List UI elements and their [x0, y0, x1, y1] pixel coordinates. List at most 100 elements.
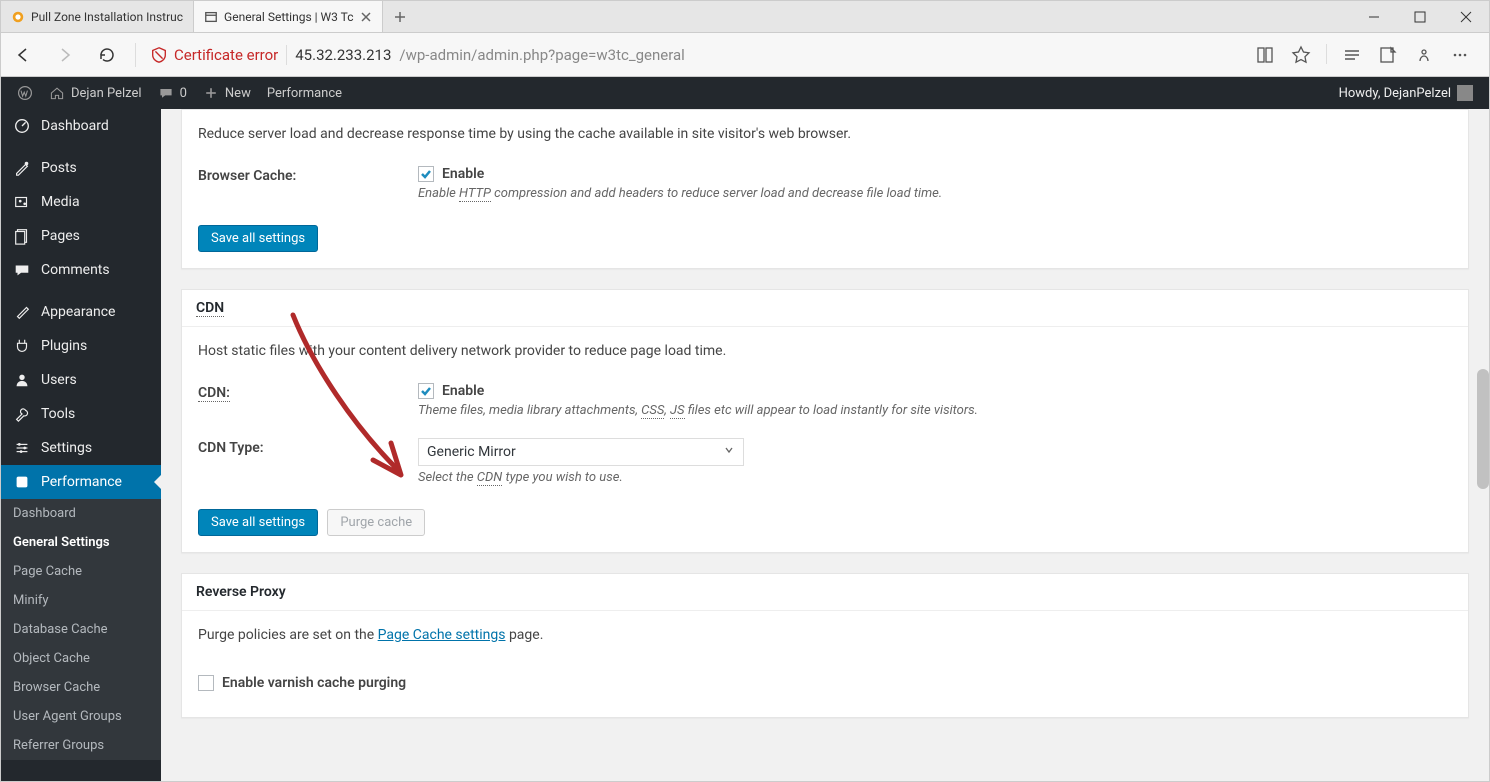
page-cache-settings-link[interactable]: Page Cache settings — [378, 627, 506, 643]
submenu-minify[interactable]: Minify — [1, 586, 161, 615]
comments-menu[interactable]: 0 — [150, 77, 195, 109]
browser-addressbar: Certificate error 45.32.233.213/wp-admin… — [1, 33, 1489, 77]
cdn-type-label: CDN Type: — [198, 438, 418, 485]
menu-dashboard[interactable]: Dashboard — [1, 109, 161, 143]
menu-users[interactable]: Users — [1, 363, 161, 397]
wp-logo-menu[interactable] — [9, 77, 41, 109]
menu-media[interactable]: Media — [1, 185, 161, 219]
tab-title: General Settings | W3 Tc — [224, 10, 353, 24]
divider — [135, 43, 136, 67]
maximize-button[interactable] — [1397, 1, 1443, 32]
howdy-menu[interactable]: Howdy, DejanPelzel — [1339, 85, 1481, 101]
url-host: 45.32.233.213 — [295, 46, 391, 64]
menu-label: Users — [41, 372, 77, 388]
cdn-desc: Host static files with your content deli… — [198, 343, 1452, 359]
menu-plugins[interactable]: Plugins — [1, 329, 161, 363]
browser-tab-active[interactable]: General Settings | W3 Tc — [194, 1, 382, 32]
varnish-enable-checkbox[interactable]: Enable varnish cache purging — [198, 675, 406, 691]
menu-label: Appearance — [41, 304, 115, 320]
menu-label: Posts — [41, 160, 77, 176]
new-tab-button[interactable] — [383, 1, 417, 32]
chevron-down-icon — [723, 444, 735, 460]
purge-cache-button[interactable]: Purge cache — [327, 509, 425, 536]
wp-admin-bar: Dejan Pelzel 0 New Performance Howdy, De… — [1, 77, 1489, 109]
close-tab-icon[interactable] — [360, 11, 372, 23]
howdy-text: Howdy, DejanPelzel — [1339, 86, 1451, 101]
performance-menu[interactable]: Performance — [259, 77, 350, 109]
menu-label: Plugins — [41, 338, 87, 354]
share-icon[interactable] — [1413, 44, 1435, 66]
submenu-database-cache[interactable]: Database Cache — [1, 615, 161, 644]
cdn-enable-checkbox[interactable]: Enable — [418, 383, 1452, 399]
varnish-label: Enable varnish cache purging — [222, 675, 406, 691]
scrollbar-thumb[interactable] — [1477, 369, 1489, 489]
cert-error-badge[interactable]: Certificate error — [150, 46, 278, 64]
divider — [286, 45, 287, 65]
save-button[interactable]: Save all settings — [198, 225, 318, 252]
avatar-icon — [1457, 85, 1473, 101]
menu-pages[interactable]: Pages — [1, 219, 161, 253]
menu-label: Pages — [41, 228, 80, 244]
minimize-button[interactable] — [1351, 1, 1397, 32]
divider — [1326, 44, 1327, 64]
tab-title: Pull Zone Installation Instruc — [31, 10, 183, 24]
submenu-referrer-groups[interactable]: Referrer Groups — [1, 731, 161, 760]
refresh-button[interactable] — [93, 41, 121, 69]
cdn-type-select[interactable]: Generic Mirror — [418, 438, 744, 466]
checkbox-icon — [418, 383, 434, 399]
site-name-menu[interactable]: Dejan Pelzel — [41, 77, 150, 109]
submenu-general-settings[interactable]: General Settings — [1, 528, 161, 557]
browser-cache-label: Browser Cache: — [198, 166, 418, 201]
reverse-proxy-desc: Purge policies are set on the Page Cache… — [198, 627, 1452, 643]
hub-icon[interactable] — [1341, 44, 1363, 66]
select-value: Generic Mirror — [427, 444, 516, 460]
url-path: /wp-admin/admin.php?page=w3tc_general — [399, 46, 684, 64]
notes-icon[interactable] — [1377, 44, 1399, 66]
submenu-browser-cache[interactable]: Browser Cache — [1, 673, 161, 702]
cdn-label: CDN: — [198, 383, 418, 418]
save-button[interactable]: Save all settings — [198, 509, 318, 536]
browser-cache-desc: Reduce server load and decrease response… — [198, 126, 1452, 142]
menu-appearance[interactable]: Appearance — [1, 295, 161, 329]
section-cdn: CDN Host static files with your content … — [181, 289, 1469, 553]
cdn-type-help: Select the CDN type you wish to use. — [418, 470, 1452, 485]
menu-posts[interactable]: Posts — [1, 151, 161, 185]
new-content-menu[interactable]: New — [195, 77, 259, 109]
menu-label: Settings — [41, 440, 92, 456]
submenu-page-cache[interactable]: Page Cache — [1, 557, 161, 586]
enable-label: Enable — [442, 383, 484, 399]
submenu-object-cache[interactable]: Object Cache — [1, 644, 161, 673]
cdn-heading: CDN — [182, 290, 1468, 327]
performance-label: Performance — [267, 86, 342, 101]
browser-cache-enable-checkbox[interactable]: Enable — [418, 166, 1452, 182]
menu-performance[interactable]: Performance — [1, 465, 161, 499]
url-field[interactable]: Certificate error 45.32.233.213/wp-admin… — [150, 45, 1240, 65]
browser-cache-help: Enable HTTP compression and add headers … — [418, 186, 1452, 201]
more-icon[interactable] — [1449, 44, 1471, 66]
comment-count: 0 — [180, 86, 187, 101]
back-button[interactable] — [9, 41, 37, 69]
favorites-icon[interactable] — [1290, 44, 1312, 66]
enable-label: Enable — [442, 166, 484, 182]
menu-label: Comments — [41, 262, 110, 278]
favicon-icon — [204, 10, 218, 24]
reverse-proxy-heading: Reverse Proxy — [182, 574, 1468, 611]
menu-label: Tools — [41, 406, 75, 422]
reading-list-icon[interactable] — [1254, 44, 1276, 66]
section-reverse-proxy: Reverse Proxy Purge policies are set on … — [181, 573, 1469, 718]
submenu-dashboard[interactable]: Dashboard — [1, 499, 161, 528]
toolbar-right — [1254, 44, 1481, 66]
window-controls — [1351, 1, 1489, 32]
site-name: Dejan Pelzel — [71, 86, 142, 101]
browser-tab-inactive[interactable]: Pull Zone Installation Instruc — [1, 1, 194, 32]
menu-tools[interactable]: Tools — [1, 397, 161, 431]
cert-error-text: Certificate error — [174, 46, 278, 64]
wp-content: Reduce server load and decrease response… — [161, 109, 1489, 781]
menu-comments[interactable]: Comments — [1, 253, 161, 287]
submenu-performance: Dashboard General Settings Page Cache Mi… — [1, 499, 161, 760]
submenu-user-agent-groups[interactable]: User Agent Groups — [1, 702, 161, 731]
close-window-button[interactable] — [1443, 1, 1489, 32]
menu-settings[interactable]: Settings — [1, 431, 161, 465]
checkbox-icon — [418, 166, 434, 182]
forward-button[interactable] — [51, 41, 79, 69]
